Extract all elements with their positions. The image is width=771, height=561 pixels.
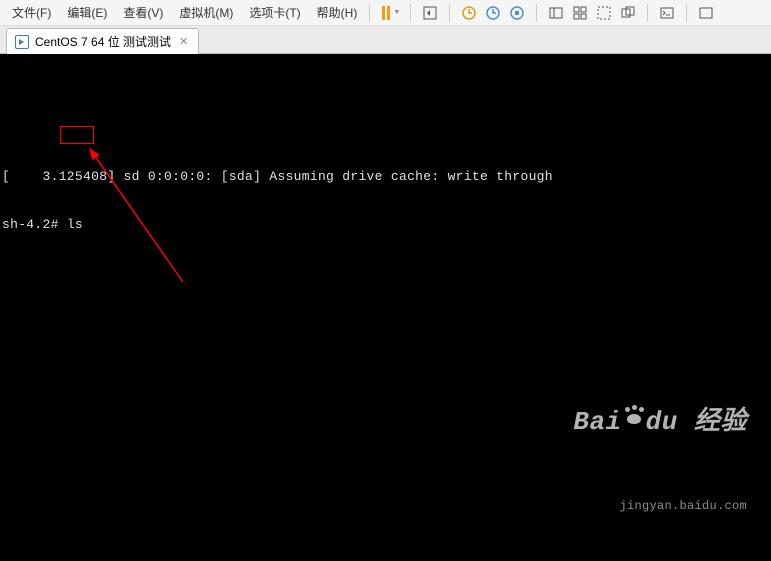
view-single-icon[interactable] — [547, 4, 565, 22]
vm-tab[interactable]: CentOS 7 64 位 测试测试 ✕ — [6, 28, 199, 54]
watermark-brand: Baidu 经验 — [477, 370, 747, 467]
menu-view[interactable]: 查看(V) — [115, 0, 171, 25]
menu-help[interactable]: 帮助(H) — [309, 0, 366, 25]
menu-edit[interactable]: 编辑(E) — [59, 0, 115, 25]
unity-icon[interactable] — [619, 4, 637, 22]
fullscreen-icon[interactable] — [595, 4, 613, 22]
snapshot-icon[interactable] — [460, 4, 478, 22]
terminal-prompt: sh-4.2# — [2, 217, 67, 232]
pause-button[interactable]: ▼ — [382, 4, 400, 22]
watermark-url: jingyan.baidu.com — [477, 499, 747, 513]
paw-icon — [622, 407, 646, 427]
vm-tab-title: CentOS 7 64 位 测试测试 — [35, 33, 171, 50]
divider — [686, 4, 687, 22]
menu-tabs[interactable]: 选项卡(T) — [241, 0, 308, 25]
terminal-prompt-line: sh-4.2# ls — [0, 216, 771, 234]
divider — [536, 4, 537, 22]
terminal-cmd: ls — [67, 217, 83, 232]
last-toolbar-icon[interactable] — [697, 4, 715, 22]
menu-vm[interactable]: 虚拟机(M) — [171, 0, 241, 25]
snapshot-manager-icon[interactable] — [508, 4, 526, 22]
terminal-line-kernel: [ 3.125408] sd 0:0:0:0: [sda] Assuming d… — [0, 168, 771, 186]
vm-tab-icon — [15, 35, 29, 49]
divider — [647, 4, 648, 22]
console-icon[interactable] — [658, 4, 676, 22]
view-thumbnails-icon[interactable] — [571, 4, 589, 22]
snapshot-revert-icon[interactable] — [484, 4, 502, 22]
divider — [369, 4, 370, 22]
divider — [410, 4, 411, 22]
menubar: 文件(F) 编辑(E) 查看(V) 虚拟机(M) 选项卡(T) 帮助(H) ▼ — [0, 0, 771, 26]
tabbar: CentOS 7 64 位 测试测试 ✕ — [0, 26, 771, 54]
tab-close-icon[interactable]: ✕ — [177, 35, 190, 48]
watermark: Baidu 经验 jingyan.baidu.com — [477, 340, 747, 543]
pause-dropdown-arrow[interactable]: ▼ — [393, 9, 400, 16]
menu-file[interactable]: 文件(F) — [4, 0, 59, 25]
divider — [449, 4, 450, 22]
send-ctrl-alt-del-icon[interactable] — [421, 4, 439, 22]
toolbar: ▼ — [382, 4, 715, 22]
terminal[interactable]: [ 3.125408] sd 0:0:0:0: [sda] Assuming d… — [0, 54, 771, 561]
